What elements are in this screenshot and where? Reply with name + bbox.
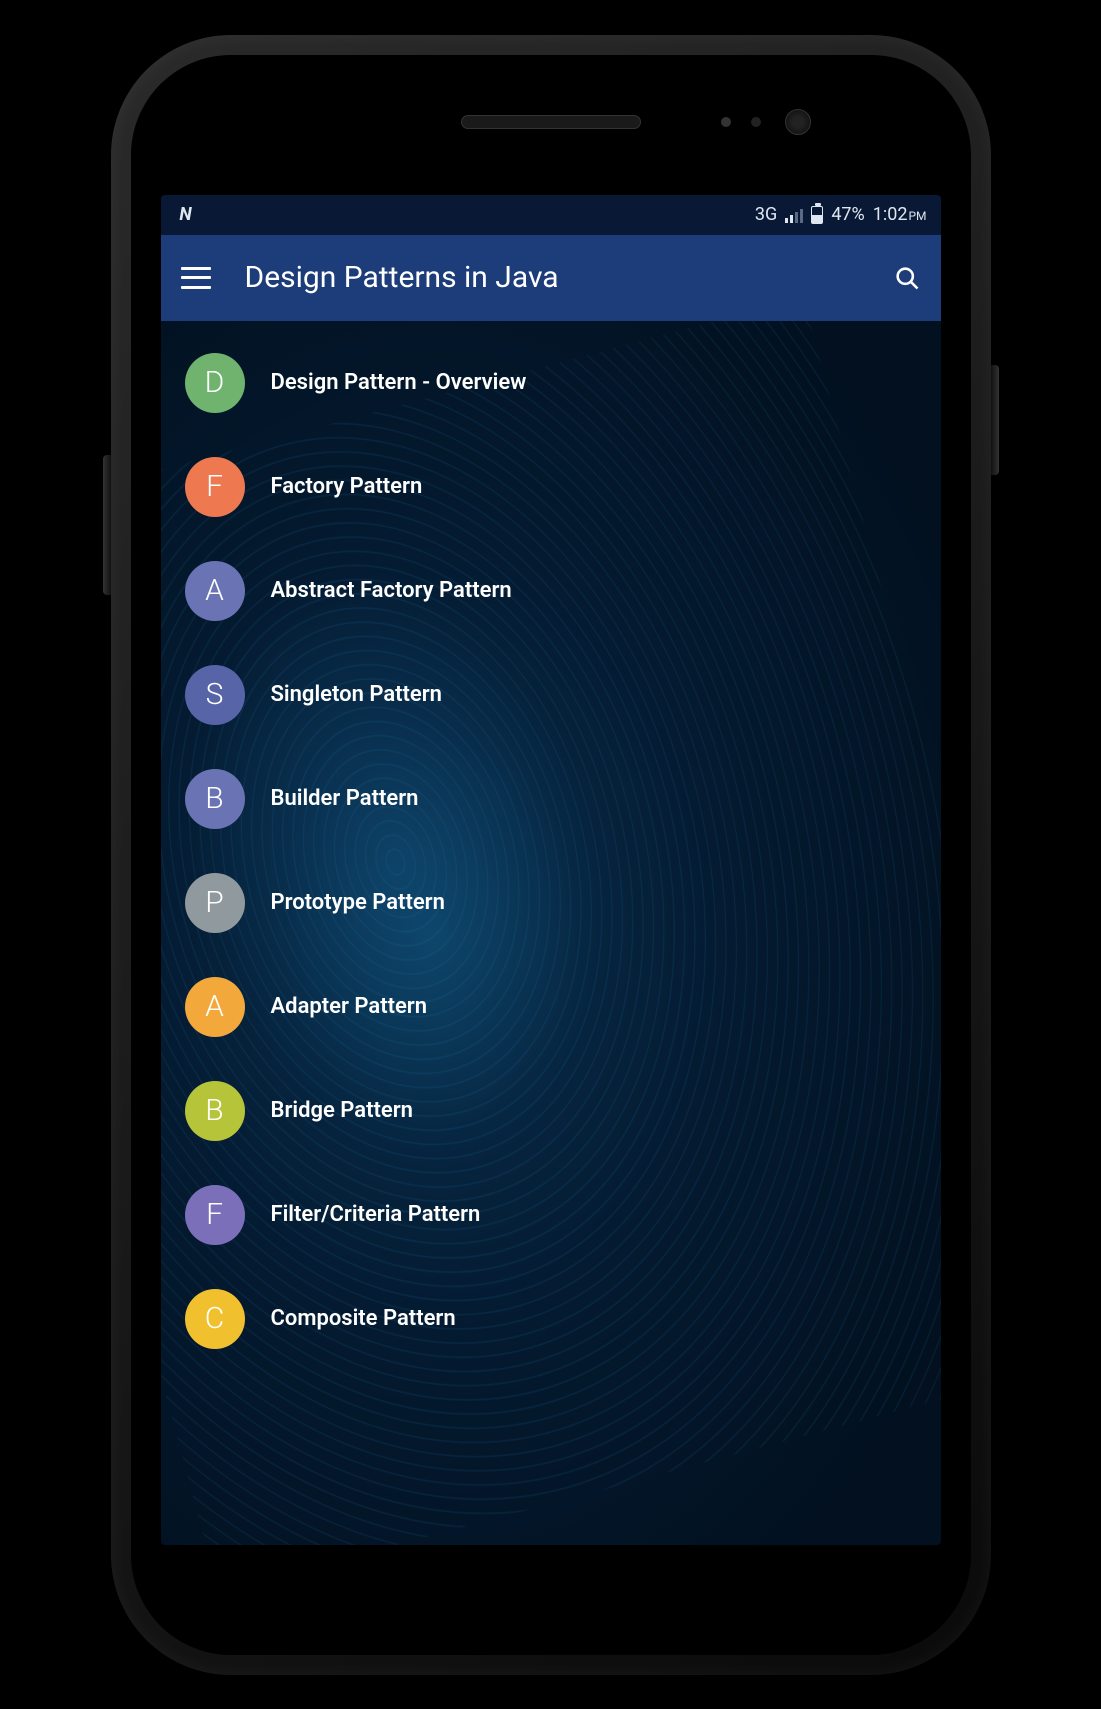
avatar: F xyxy=(185,457,245,517)
menu-icon[interactable] xyxy=(181,267,211,289)
list-item[interactable]: D Design Pattern - Overview xyxy=(161,331,941,435)
signal-icon xyxy=(785,207,803,223)
list-item[interactable]: B Builder Pattern xyxy=(161,747,941,851)
list-item[interactable]: F Filter/Criteria Pattern xyxy=(161,1163,941,1267)
status-bar: N 3G 47% 1:02PM xyxy=(161,195,941,235)
avatar: C xyxy=(185,1289,245,1349)
front-camera xyxy=(785,109,811,135)
light-sensor xyxy=(751,117,761,127)
pattern-list[interactable]: D Design Pattern - Overview F Factory Patte… xyxy=(161,321,941,1381)
app-bar: Design Patterns in Java xyxy=(161,235,941,321)
list-item-label: Bridge Pattern xyxy=(271,1098,413,1123)
list-item-label: Adapter Pattern xyxy=(271,994,428,1019)
speaker-grille xyxy=(461,115,641,129)
list-item-label: Factory Pattern xyxy=(271,474,423,499)
search-icon[interactable] xyxy=(893,264,921,292)
avatar: A xyxy=(185,977,245,1037)
clock: 1:02PM xyxy=(873,204,927,225)
list-item[interactable]: B Bridge Pattern xyxy=(161,1059,941,1163)
list-item[interactable]: C Composite Pattern xyxy=(161,1267,941,1371)
list-item-label: Builder Pattern xyxy=(271,786,419,811)
android-n-icon: N xyxy=(175,204,197,226)
avatar: S xyxy=(185,665,245,725)
list-item-label: Composite Pattern xyxy=(271,1306,456,1331)
list-item-label: Abstract Factory Pattern xyxy=(271,578,512,603)
list-item-label: Prototype Pattern xyxy=(271,890,445,915)
list-item-label: Singleton Pattern xyxy=(271,682,442,707)
list-item[interactable]: F Factory Pattern xyxy=(161,435,941,539)
avatar: F xyxy=(185,1185,245,1245)
status-right: 3G 47% 1:02PM xyxy=(755,204,927,225)
battery-icon xyxy=(811,206,823,224)
network-label: 3G xyxy=(755,204,777,225)
list-item[interactable]: A Abstract Factory Pattern xyxy=(161,539,941,643)
avatar: P xyxy=(185,873,245,933)
list-item-label: Design Pattern - Overview xyxy=(271,370,527,395)
list-item-label: Filter/Criteria Pattern xyxy=(271,1202,481,1227)
list-item[interactable]: A Adapter Pattern xyxy=(161,955,941,1059)
phone-frame: N 3G 47% 1:02PM xyxy=(111,35,991,1675)
app-title: Design Patterns in Java xyxy=(245,260,859,295)
avatar: B xyxy=(185,769,245,829)
status-left: N xyxy=(175,204,197,226)
avatar: D xyxy=(185,353,245,413)
phone-bezel: N 3G 47% 1:02PM xyxy=(131,55,971,1655)
proximity-sensor xyxy=(721,117,731,127)
volume-button xyxy=(103,455,111,595)
battery-percent: 47% xyxy=(831,204,864,225)
screen: N 3G 47% 1:02PM xyxy=(161,195,941,1545)
list-item[interactable]: S Singleton Pattern xyxy=(161,643,941,747)
power-button xyxy=(991,365,999,475)
list-item[interactable]: P Prototype Pattern xyxy=(161,851,941,955)
avatar: A xyxy=(185,561,245,621)
avatar: B xyxy=(185,1081,245,1141)
